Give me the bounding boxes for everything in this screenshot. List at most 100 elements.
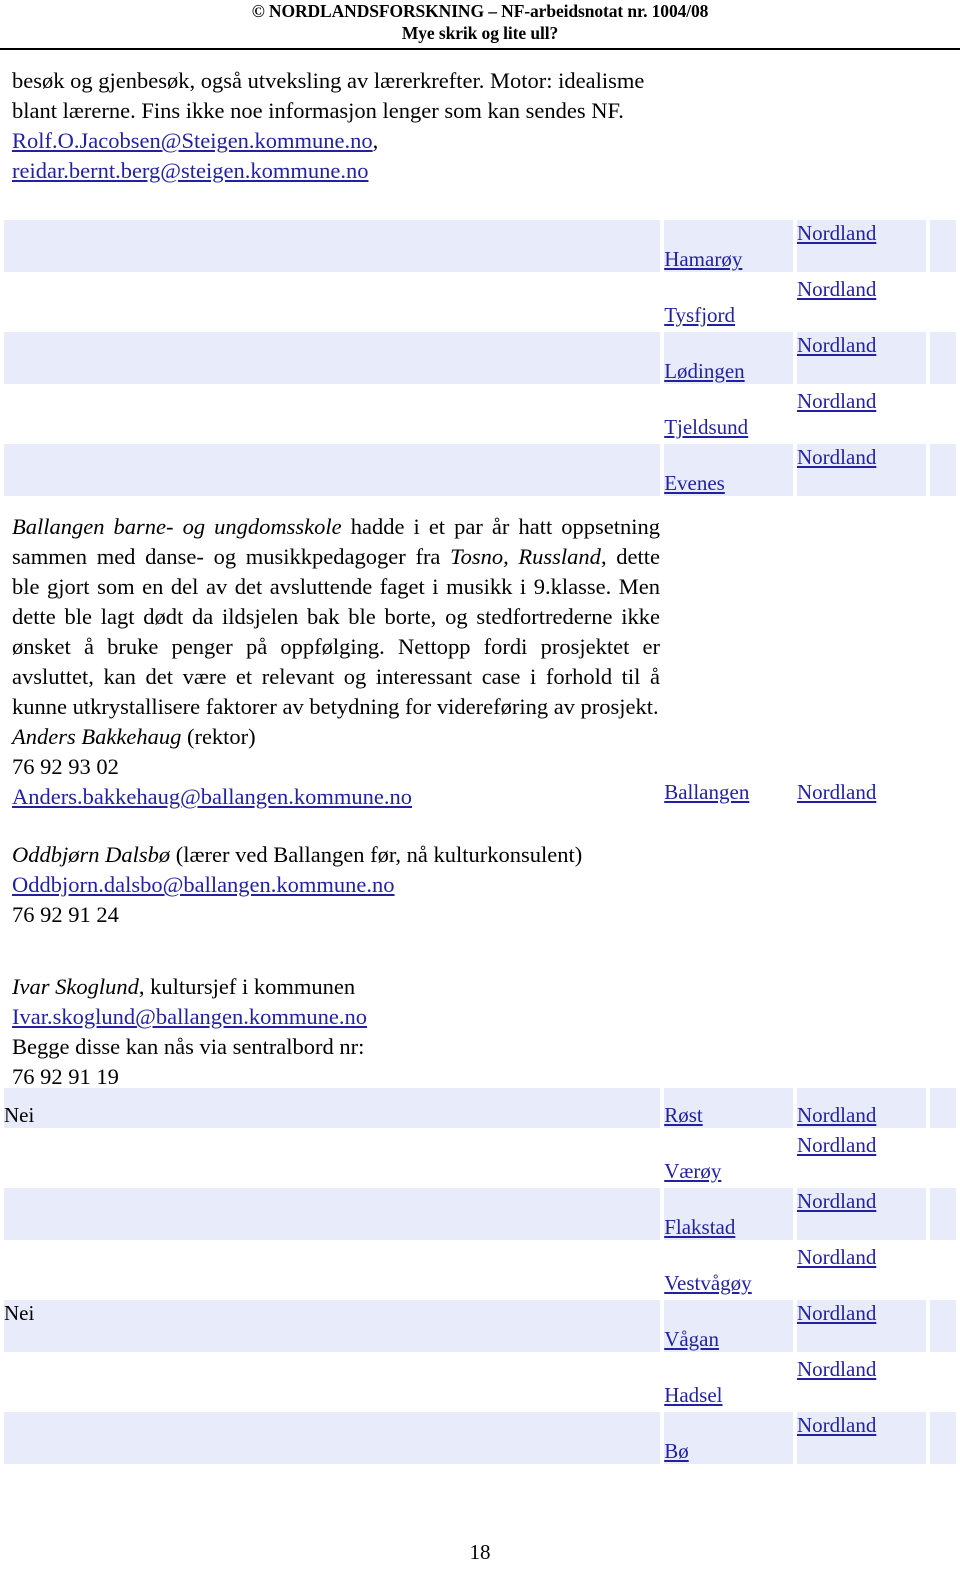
row-municipality-cell[interactable]: Lødingen [664, 332, 793, 384]
header-title-line-1: © NORDLANDSFORSKNING – NF-arbeidsnotat n… [251, 1, 709, 21]
switchboard-phone: 76 92 91 19 [12, 1064, 119, 1089]
county-link[interactable]: Nordland [797, 1133, 876, 1157]
county-link[interactable]: Nordland [797, 1301, 876, 1325]
intro-paragraph: besøk og gjenbesøk, også utveksling av l… [12, 68, 645, 123]
row-municipality-cell[interactable]: Tysfjord [664, 276, 793, 328]
row-county-cell[interactable]: Nordland [797, 388, 926, 440]
row-tail-cell [929, 220, 956, 272]
county-link[interactable]: Nordland [797, 389, 876, 413]
municipality-link[interactable]: Ballangen [664, 780, 749, 804]
row-county-cell[interactable]: Nordland [797, 1356, 926, 1408]
row-municipality-cell[interactable]: Røst [664, 1088, 793, 1128]
row-tail-cell [929, 1356, 956, 1408]
row-municipality-cell[interactable]: Ballangen [664, 500, 793, 1084]
row-county-cell[interactable]: Nordland [797, 1188, 926, 1240]
table-row: Tysfjord Nordland [4, 276, 956, 328]
row-tail-cell [929, 1088, 956, 1128]
row-tail-cell [929, 1300, 956, 1352]
contact-1-role: (rektor) [181, 724, 256, 749]
row-municipality-cell[interactable]: Bø [664, 1412, 793, 1464]
row-county-cell[interactable]: Nordland [797, 1088, 926, 1128]
row-municipality-cell[interactable]: Vestvågøy [664, 1244, 793, 1296]
row-county-cell[interactable]: Nordland [797, 1132, 926, 1184]
county-link[interactable]: Nordland [797, 221, 876, 245]
municipality-link[interactable]: Røst [664, 1103, 703, 1127]
row-county-cell[interactable]: Nordland [797, 332, 926, 384]
row-municipality-cell[interactable]: Hadsel [664, 1356, 793, 1408]
email-link-rolf-jacobsen[interactable]: Rolf.O.Jacobsen@Steigen.kommune.no [12, 128, 373, 153]
row-municipality-cell[interactable]: Vågan [664, 1300, 793, 1352]
ballangen-body-part-2: , dette ble gjort som en del av det avsl… [12, 544, 660, 719]
contact-3-name: Ivar Skoglund [12, 974, 139, 999]
row-note-cell [4, 1244, 661, 1296]
municipality-link[interactable]: Bø [664, 1439, 689, 1463]
municipality-link[interactable]: Vestvågøy [664, 1271, 752, 1295]
county-link[interactable]: Nordland [797, 333, 876, 357]
contact-2-phone: 76 92 91 24 [12, 902, 119, 927]
row-county-cell[interactable]: Nordland [797, 1300, 926, 1352]
contact-gap-2 [12, 930, 660, 958]
email-link-oddbjorn-dalsbo[interactable]: Oddbjorn.dalsbo@ballangen.kommune.no [12, 872, 395, 897]
county-link[interactable]: Nordland [797, 445, 876, 469]
contact-3-email-line: Ivar.skoglund@ballangen.kommune.no [12, 1002, 660, 1032]
ballangen-place-name: Tosno, Russland [450, 544, 601, 569]
county-link[interactable]: Nordland [797, 780, 876, 804]
row-county-cell[interactable]: Nordland [797, 1244, 926, 1296]
intro-email-line-1: Rolf.O.Jacobsen@Steigen.kommune.no, [12, 126, 660, 156]
intro-email-line-2: reidar.bernt.berg@steigen.kommune.no [12, 156, 660, 186]
county-link[interactable]: Nordland [797, 1413, 876, 1437]
municipality-link[interactable]: Hadsel [664, 1383, 722, 1407]
row-municipality-cell[interactable]: Hamarøy [664, 220, 793, 272]
municipality-link[interactable]: Evenes [664, 471, 725, 495]
municipality-link[interactable]: Værøy [664, 1159, 721, 1183]
table-row: Hadsel Nordland [4, 1356, 956, 1408]
municipality-link[interactable]: Flakstad [664, 1215, 735, 1239]
county-link[interactable]: Nordland [797, 277, 876, 301]
row-county-cell[interactable]: Nordland [797, 220, 926, 272]
county-link[interactable]: Nordland [797, 1103, 876, 1127]
municipality-link[interactable]: Vågan [664, 1327, 719, 1351]
intro-text-block: besøk og gjenbesøk, også utveksling av l… [12, 66, 660, 186]
email-link-reidar-berg[interactable]: reidar.bernt.berg@steigen.kommune.no [12, 158, 368, 183]
contact-2-email-line: Oddbjorn.dalsbo@ballangen.kommune.no [12, 870, 660, 900]
row-tail-cell [929, 332, 956, 384]
row-note-cell [4, 1132, 661, 1184]
county-link[interactable]: Nordland [797, 1189, 876, 1213]
contact-1-email-line: Anders.bakkehaug@ballangen.kommune.no [12, 782, 660, 812]
contact-1-phone: 76 92 93 02 [12, 754, 119, 779]
row-county-cell[interactable]: Nordland [797, 444, 926, 496]
municipality-link[interactable]: Tjeldsund [664, 415, 748, 439]
email-comma-separator: , [372, 128, 379, 153]
row-note-cell [4, 276, 661, 328]
row-county-cell[interactable]: Nordland [797, 1412, 926, 1464]
municipality-link[interactable]: Tysfjord [664, 303, 735, 327]
row-note-cell [4, 220, 661, 272]
row-tail-cell [929, 388, 956, 440]
email-link-anders-bakkehaug[interactable]: Anders.bakkehaug@ballangen.kommune.no [12, 784, 412, 809]
table-row: Lødingen Nordland [4, 332, 956, 384]
municipality-link[interactable]: Hamarøy [664, 247, 742, 271]
county-link[interactable]: Nordland [797, 1245, 876, 1269]
county-link[interactable]: Nordland [797, 1357, 876, 1381]
row-tail-cell [929, 276, 956, 328]
contact-1-name: Anders Bakkehaug [12, 724, 182, 749]
row-municipality-cell[interactable]: Evenes [664, 444, 793, 496]
row-municipality-cell[interactable]: Tjeldsund [664, 388, 793, 440]
table-row: Vestvågøy Nordland [4, 1244, 956, 1296]
email-link-ivar-skoglund[interactable]: Ivar.skoglund@ballangen.kommune.no [12, 1004, 367, 1029]
row-note-cell [4, 1188, 661, 1240]
table-row: Bø Nordland [4, 1412, 956, 1464]
row-county-cell[interactable]: Nordland [797, 276, 926, 328]
header-title-line-2: Mye skrik og lite ull? [401, 23, 559, 43]
row-municipality-cell[interactable]: Værøy [664, 1132, 793, 1184]
contact-2-name: Oddbjørn Dalsbø [12, 842, 171, 867]
municipality-link[interactable]: Lødingen [664, 359, 744, 383]
ballangen-description-paragraph: Ballangen barne- og ungdomsskole hadde i… [12, 512, 660, 722]
table-row: Tjeldsund Nordland [4, 388, 956, 440]
row-county-cell[interactable]: Nordland [797, 500, 926, 1084]
contact-gap-1 [12, 812, 660, 840]
header-divider-rule [0, 48, 960, 50]
contact-2-role: (lærer ved Ballangen før, nå kulturkonsu… [170, 842, 583, 867]
table-row: Værøy Nordland [4, 1132, 956, 1184]
row-municipality-cell[interactable]: Flakstad [664, 1188, 793, 1240]
